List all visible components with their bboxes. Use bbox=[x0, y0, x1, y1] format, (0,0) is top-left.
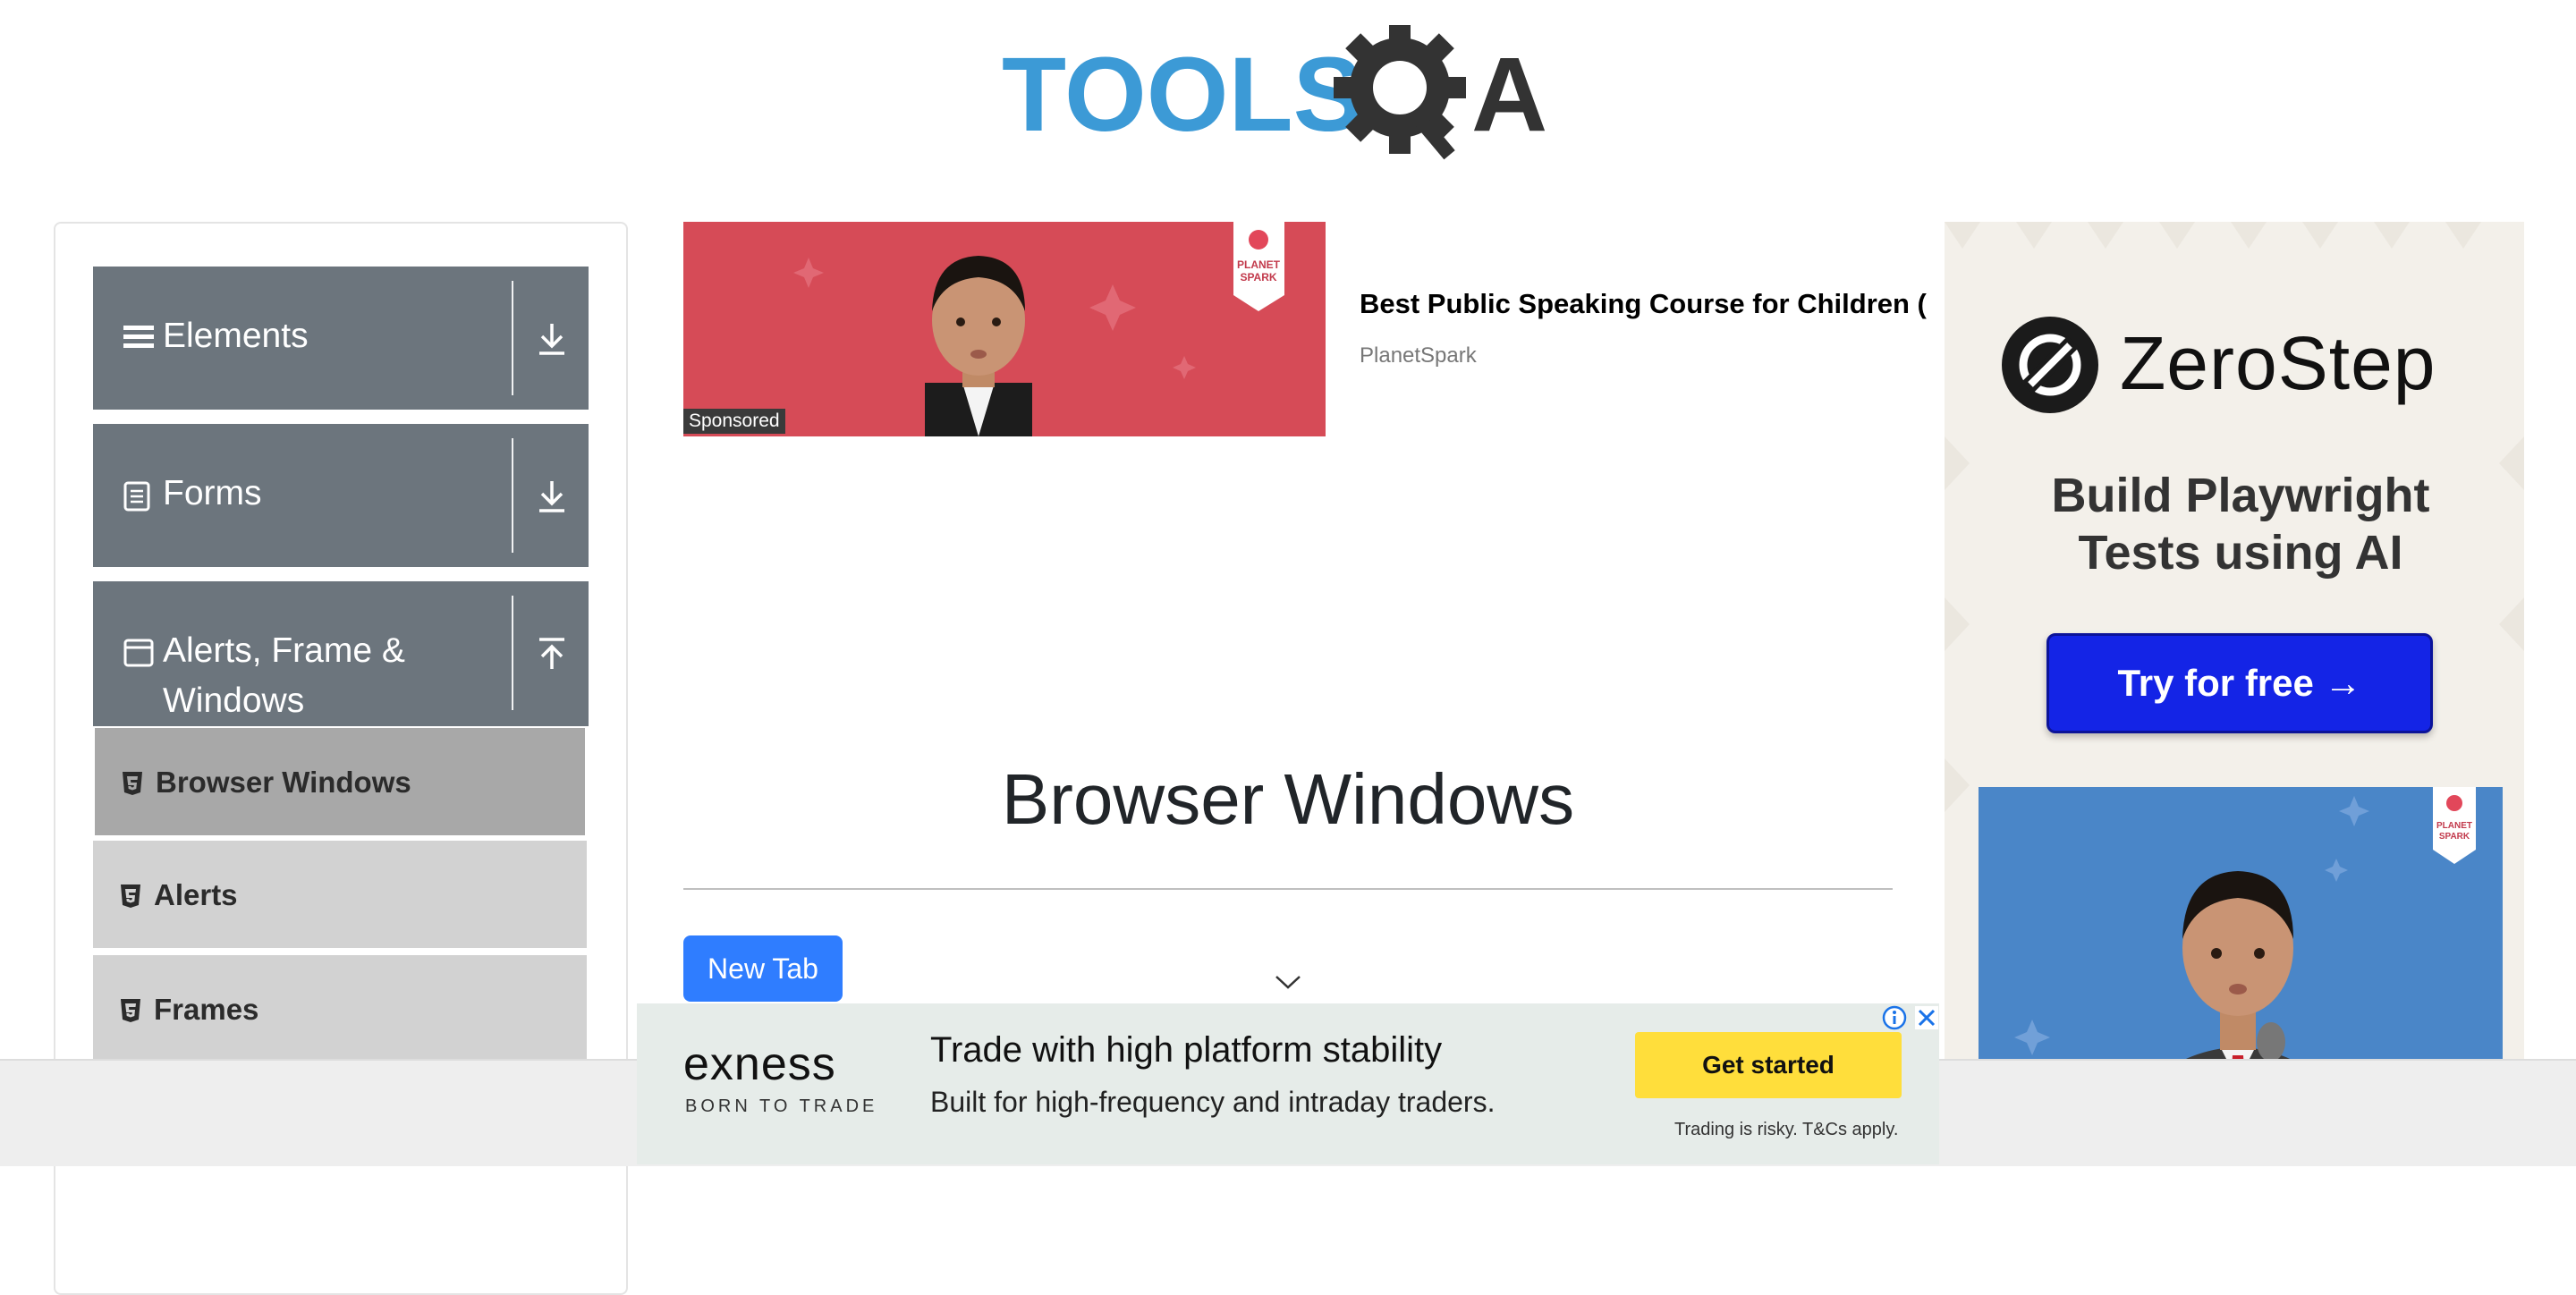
zerostep-headline: Build Playwright Tests using AI bbox=[1968, 467, 2513, 581]
download-arrow-icon bbox=[537, 479, 567, 518]
ad-headline-link[interactable]: Best Public Speaking Course for Children… bbox=[1360, 288, 1950, 320]
menu-item-browser-windows[interactable]: Browser Windows bbox=[93, 726, 587, 837]
menu-item-frames[interactable]: Frames bbox=[93, 955, 587, 1066]
exness-logo: exness bbox=[683, 1038, 836, 1090]
group-title-elements: Elements bbox=[163, 317, 309, 355]
group-title-line1: Alerts, Frame & bbox=[163, 631, 405, 670]
child-portrait bbox=[925, 256, 1032, 436]
document-icon bbox=[123, 481, 150, 516]
headline-line2: Tests using AI bbox=[2078, 526, 2403, 580]
info-icon[interactable] bbox=[1882, 1005, 1907, 1035]
title-divider bbox=[683, 888, 1893, 890]
group-header-elements[interactable]: Elements bbox=[93, 267, 589, 410]
upload-arrow-icon bbox=[537, 637, 567, 675]
new-tab-button[interactable]: New Tab bbox=[683, 935, 843, 1002]
download-arrow-icon bbox=[537, 322, 567, 360]
sponsored-label: Sponsored bbox=[683, 409, 785, 434]
svg-text:SPARK: SPARK bbox=[2439, 832, 2470, 842]
svg-text:PLANET: PLANET bbox=[2436, 821, 2472, 831]
exness-subline: Built for high-frequency and intraday tr… bbox=[930, 1086, 1496, 1118]
top-ad-image[interactable]: PLANET SPARK bbox=[683, 222, 1326, 436]
zerostep-brand: ZeroStep bbox=[2120, 321, 2436, 405]
html5-icon bbox=[120, 884, 141, 913]
zerostep-logo-icon bbox=[2000, 315, 2100, 419]
group-header-forms[interactable]: Forms bbox=[93, 424, 589, 567]
svg-text:SPARK: SPARK bbox=[1240, 271, 1276, 284]
risk-disclaimer: Trading is risky. T&Cs apply. bbox=[1674, 1120, 1899, 1139]
group-divider bbox=[512, 281, 513, 395]
ad-source[interactable]: PlanetSpark bbox=[1360, 343, 1477, 368]
headline-line1: Build Playwright bbox=[2051, 469, 2430, 522]
svg-text:PLANET: PLANET bbox=[1237, 258, 1281, 271]
html5-icon bbox=[120, 998, 141, 1028]
toolsqa-logo[interactable]: TOOLS A bbox=[1002, 21, 1583, 168]
page-title: Browser Windows bbox=[1001, 759, 1575, 839]
menu-item-alerts[interactable]: Alerts bbox=[93, 841, 587, 952]
window-icon bbox=[123, 639, 154, 672]
chevron-down-icon[interactable] bbox=[1274, 973, 1302, 995]
group-divider bbox=[512, 438, 513, 553]
menu-item-label: Frames bbox=[154, 993, 259, 1026]
close-icon[interactable] bbox=[1914, 1005, 1939, 1035]
planetspark-badge: PLANET SPARK bbox=[2433, 787, 2476, 864]
get-started-button[interactable]: Get started bbox=[1635, 1032, 1902, 1098]
hamburger-icon bbox=[123, 322, 154, 357]
menu-item-label: Alerts bbox=[154, 878, 238, 911]
planetspark-badge: PLANET SPARK bbox=[1233, 222, 1284, 311]
logo-text-a: A bbox=[1471, 36, 1547, 154]
logo-text-tools: TOOLS bbox=[1002, 36, 1363, 154]
group-title-line2: Windows bbox=[163, 681, 305, 720]
html5-icon bbox=[122, 771, 143, 800]
try-for-free-button[interactable]: Try for free → bbox=[2046, 633, 2433, 733]
group-divider bbox=[512, 596, 513, 710]
exness-headline: Trade with high platform stability bbox=[930, 1030, 1443, 1070]
menu-item-label: Browser Windows bbox=[156, 766, 411, 799]
group-title-forms: Forms bbox=[163, 474, 262, 512]
group-header-alerts-frame-windows[interactable]: Alerts, Frame & Windows bbox=[93, 581, 589, 726]
exness-tagline: BORN TO TRADE bbox=[685, 1096, 878, 1116]
